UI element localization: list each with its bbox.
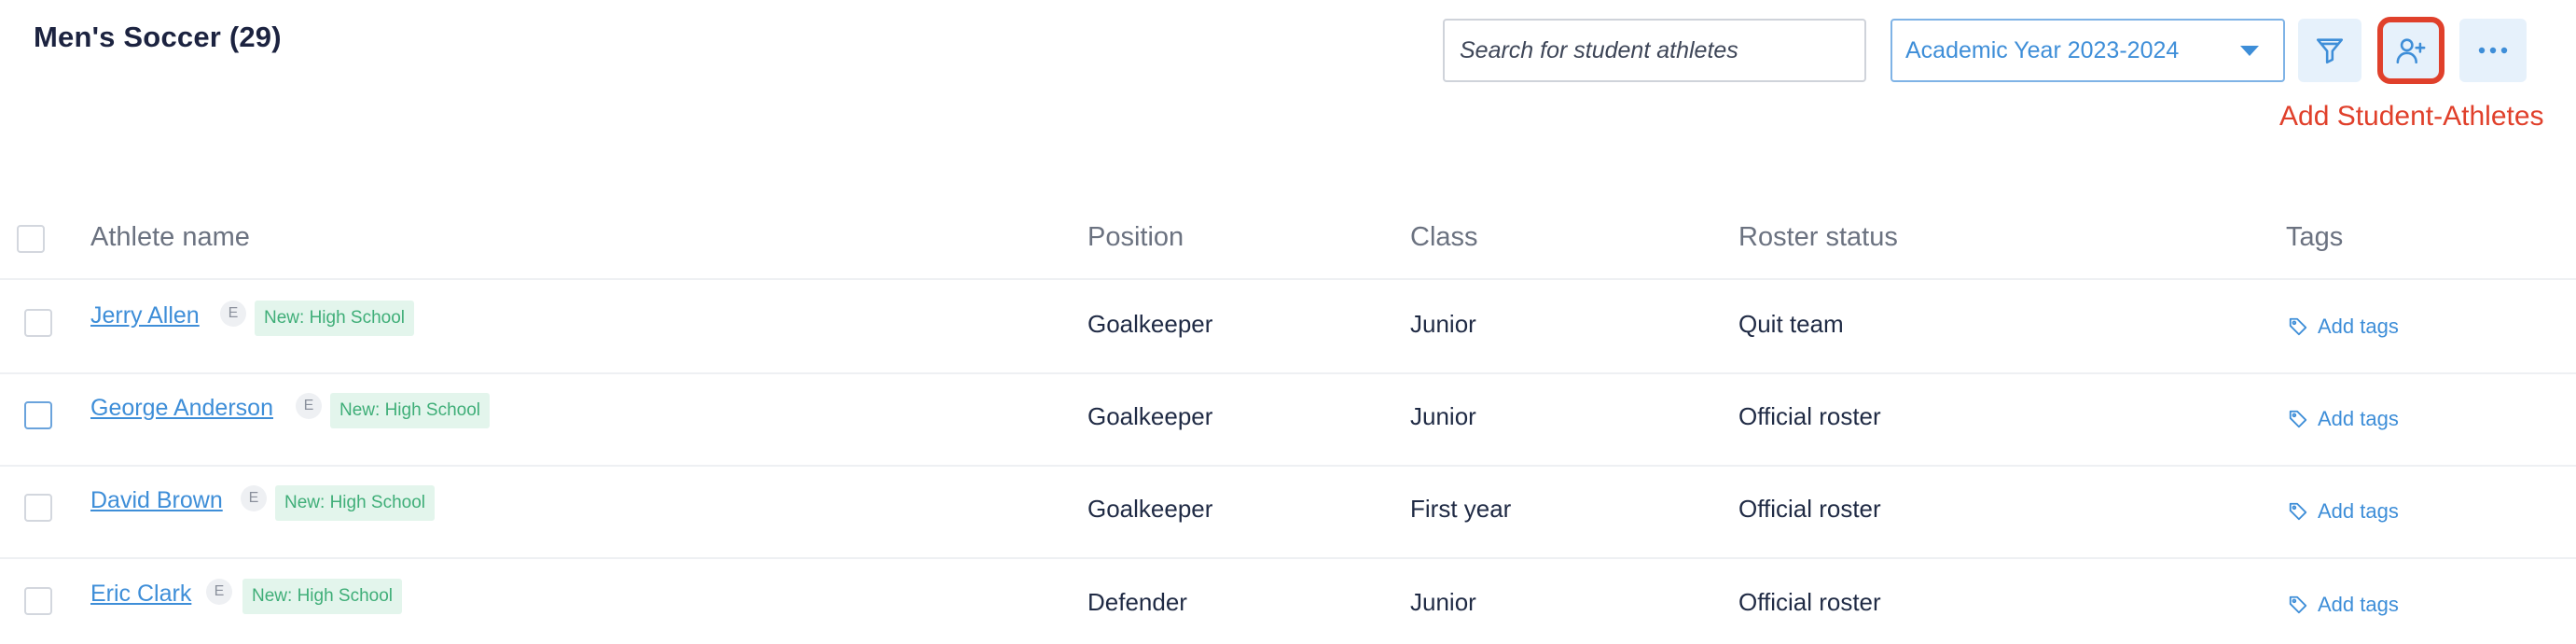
eligibility-badge: E — [206, 579, 232, 605]
class-cell: First year — [1410, 495, 1512, 523]
row-divider — [0, 557, 2576, 559]
position-cell: Defender — [1087, 588, 1187, 616]
status-tag: New: High School — [242, 579, 403, 614]
search-input[interactable] — [1443, 19, 1866, 82]
class-cell: Junior — [1410, 310, 1476, 338]
tag-icon — [2289, 317, 2307, 336]
eligibility-badge: E — [220, 301, 246, 327]
column-header-roster-status: Roster status — [1738, 222, 1898, 252]
eligibility-badge: E — [296, 393, 322, 419]
status-tag: New: High School — [330, 393, 491, 428]
status-tag: New: High School — [255, 301, 415, 336]
position-cell: Goalkeeper — [1087, 402, 1213, 430]
row-divider — [0, 465, 2576, 467]
athlete-name-link[interactable]: David Brown — [90, 487, 223, 514]
class-cell: Junior — [1410, 588, 1476, 616]
academic-year-select[interactable]: Academic Year 2023-2024 — [1890, 19, 2285, 82]
column-header-class: Class — [1410, 222, 1478, 252]
status-tag: New: High School — [275, 485, 436, 521]
row-checkbox[interactable] — [24, 401, 52, 429]
add-tags-label: Add tags — [2318, 499, 2399, 523]
academic-year-label: Academic Year 2023-2024 — [1905, 36, 2180, 63]
tag-icon — [2289, 502, 2307, 521]
row-checkbox[interactable] — [24, 494, 52, 522]
position-cell: Goalkeeper — [1087, 495, 1213, 523]
add-student-athletes-annotation: Add Student-Athletes — [2279, 101, 2544, 132]
add-tags-link[interactable]: Add tags — [2288, 315, 2399, 339]
add-tags-label: Add tags — [2318, 315, 2399, 338]
filter-button[interactable] — [2298, 19, 2361, 82]
class-cell: Junior — [1410, 402, 1476, 430]
add-tags-label: Add tags — [2318, 593, 2399, 616]
column-header-athlete-name: Athlete name — [90, 222, 250, 252]
athlete-name-link[interactable]: Eric Clark — [90, 581, 191, 608]
row-divider — [0, 372, 2576, 374]
more-horizontal-icon — [2478, 47, 2508, 54]
add-user-icon — [2396, 38, 2426, 64]
add-tags-link[interactable]: Add tags — [2288, 593, 2399, 617]
athlete-name-link[interactable]: George Anderson — [90, 395, 273, 422]
roster-status-cell: Quit team — [1738, 310, 1844, 338]
add-tags-label: Add tags — [2318, 407, 2399, 430]
add-student-athletes-button[interactable] — [2377, 17, 2444, 84]
row-checkbox[interactable] — [24, 587, 52, 615]
tag-icon — [2289, 595, 2307, 614]
row-checkbox[interactable] — [24, 309, 52, 337]
roster-status-cell: Official roster — [1738, 402, 1881, 430]
position-cell: Goalkeeper — [1087, 310, 1213, 338]
chevron-down-icon — [2240, 45, 2259, 56]
add-tags-link[interactable]: Add tags — [2288, 407, 2399, 431]
filter-icon — [2316, 38, 2344, 64]
add-tags-link[interactable]: Add tags — [2288, 499, 2399, 524]
column-header-position: Position — [1087, 222, 1184, 252]
athlete-name-link[interactable]: Jerry Allen — [90, 302, 200, 329]
eligibility-badge: E — [241, 485, 267, 511]
roster-status-cell: Official roster — [1738, 588, 1881, 616]
tag-icon — [2289, 410, 2307, 428]
row-divider — [0, 278, 2576, 280]
more-options-button[interactable] — [2459, 19, 2527, 82]
page-title: Men's Soccer (29) — [34, 21, 282, 53]
column-header-tags: Tags — [2286, 222, 2344, 252]
roster-status-cell: Official roster — [1738, 495, 1881, 523]
select-all-checkbox[interactable] — [17, 225, 45, 253]
